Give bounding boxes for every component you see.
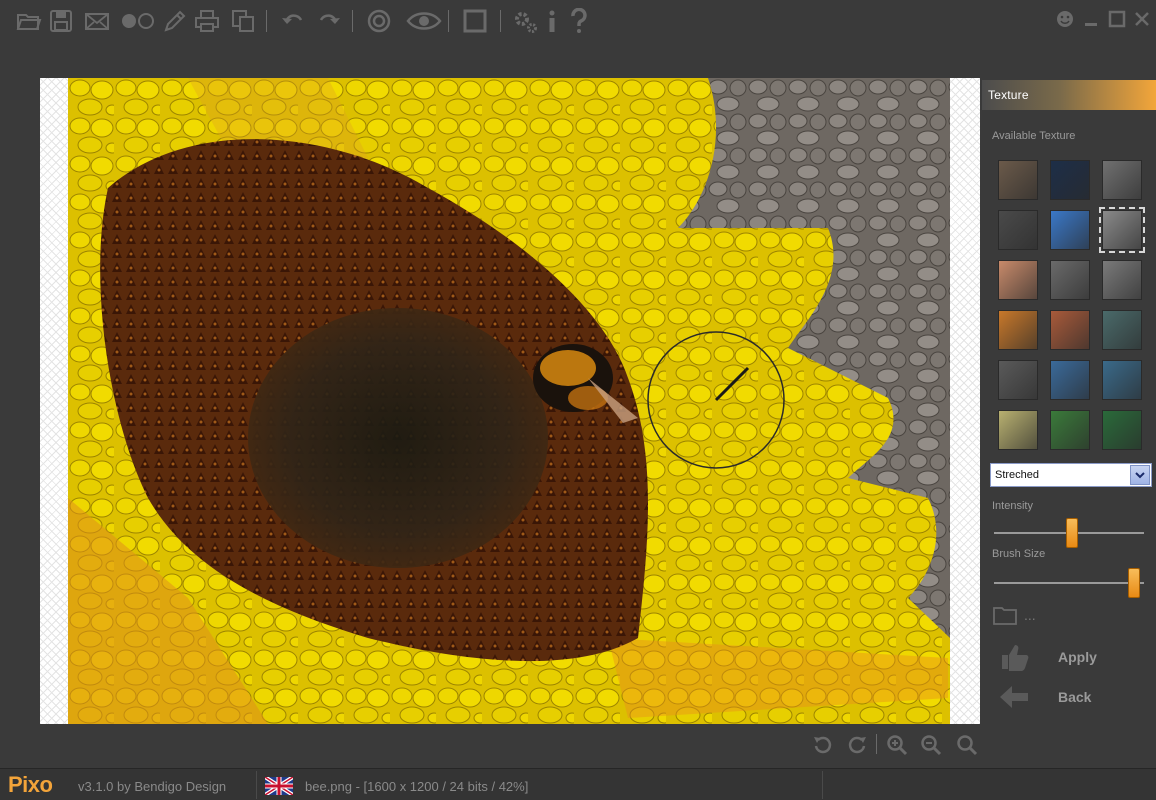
intensity-slider[interactable] [994, 518, 1144, 548]
save-icon[interactable] [46, 6, 76, 36]
texture-swatch[interactable] [1102, 310, 1142, 350]
texture-swatch[interactable] [1102, 160, 1142, 200]
status-divider [822, 771, 823, 799]
texture-mode-select[interactable]: Streched [990, 463, 1152, 487]
intensity-label: Intensity [992, 500, 1033, 512]
folder-path: ... [1024, 607, 1036, 623]
settings-icon[interactable] [510, 6, 540, 36]
intensity-thumb[interactable] [1066, 518, 1078, 548]
texture-mode-value: Streched [995, 469, 1040, 481]
smiley-icon[interactable] [1054, 8, 1076, 30]
texture-swatch[interactable] [1102, 360, 1142, 400]
brush-size-slider[interactable] [994, 568, 1144, 598]
texture-swatch[interactable] [1050, 210, 1090, 250]
texture-grid [998, 160, 1148, 450]
texture-swatch[interactable] [1102, 410, 1142, 450]
app-version: v3.1.0 by Bendigo Design [78, 779, 227, 794]
thumbs-up-icon [1002, 645, 1029, 671]
open-folder-icon[interactable] [14, 6, 44, 36]
undo-icon[interactable] [278, 6, 308, 36]
back-label: Back [1058, 689, 1092, 705]
texture-swatch[interactable] [1050, 310, 1090, 350]
texture-folder-button[interactable]: ... [992, 604, 1036, 626]
texture-swatch[interactable] [998, 210, 1038, 250]
texture-swatch[interactable] [998, 310, 1038, 350]
texture-swatch[interactable] [998, 410, 1038, 450]
rotate-left-icon[interactable] [810, 732, 836, 758]
redo-icon[interactable] [314, 6, 344, 36]
brush-size-thumb[interactable] [1128, 568, 1140, 598]
copy-icon[interactable] [228, 6, 258, 36]
texture-swatch[interactable] [998, 360, 1038, 400]
edited-photo[interactable] [68, 78, 950, 724]
toolbar-separator [448, 10, 449, 32]
panel-title: Texture [982, 80, 1156, 110]
brush-size-track [994, 582, 1144, 584]
maximize-icon[interactable] [1106, 8, 1128, 30]
close-icon[interactable] [1131, 8, 1153, 30]
texture-swatch[interactable] [998, 160, 1038, 200]
uk-flag-icon[interactable] [265, 777, 293, 795]
zoom-separator [876, 734, 877, 754]
zoom-fit-icon[interactable] [954, 732, 980, 758]
texture-panel: Texture Available Texture Streched Inten… [982, 80, 1156, 724]
texture-swatch[interactable] [1099, 207, 1145, 253]
apply-button[interactable]: Apply [998, 642, 1148, 672]
back-arrow-icon [1000, 686, 1028, 708]
print-icon[interactable] [192, 6, 222, 36]
crop-square-icon[interactable] [460, 6, 490, 36]
available-texture-label: Available Texture [992, 130, 1076, 142]
apply-label: Apply [1058, 649, 1097, 665]
texture-swatch[interactable] [1050, 360, 1090, 400]
chevron-down-icon[interactable] [1130, 465, 1150, 485]
texture-swatch[interactable] [998, 260, 1038, 300]
zoom-out-icon[interactable] [918, 732, 944, 758]
minimize-icon[interactable] [1080, 8, 1102, 30]
toolbar-separator [500, 10, 501, 32]
info-icon[interactable] [542, 6, 562, 36]
help-icon[interactable] [564, 6, 594, 36]
toolbar-separator [266, 10, 267, 32]
texture-swatch[interactable] [1050, 410, 1090, 450]
eye-icon[interactable] [406, 6, 442, 36]
circles-icon[interactable] [120, 6, 156, 36]
rotate-right-icon[interactable] [844, 732, 870, 758]
status-bar: Pixo v3.1.0 by Bendigo Design bee.png - … [0, 768, 1156, 800]
texture-swatch[interactable] [1050, 160, 1090, 200]
pencil-icon[interactable] [160, 6, 190, 36]
status-divider [256, 771, 257, 799]
file-info: bee.png - [1600 x 1200 / 24 bits / 42%] [305, 779, 529, 794]
toolbar-separator [352, 10, 353, 32]
folder-icon [993, 607, 1017, 625]
main-toolbar [0, 0, 1156, 48]
zoom-in-icon[interactable] [884, 732, 910, 758]
image-canvas[interactable] [40, 78, 980, 724]
texture-swatch[interactable] [1050, 260, 1090, 300]
texture-swatch[interactable] [1102, 260, 1142, 300]
brush-size-label: Brush Size [992, 548, 1046, 560]
email-icon[interactable] [82, 6, 112, 36]
back-button[interactable]: Back [998, 682, 1148, 712]
app-logo: Pixo [8, 772, 53, 797]
target-icon[interactable] [364, 6, 394, 36]
